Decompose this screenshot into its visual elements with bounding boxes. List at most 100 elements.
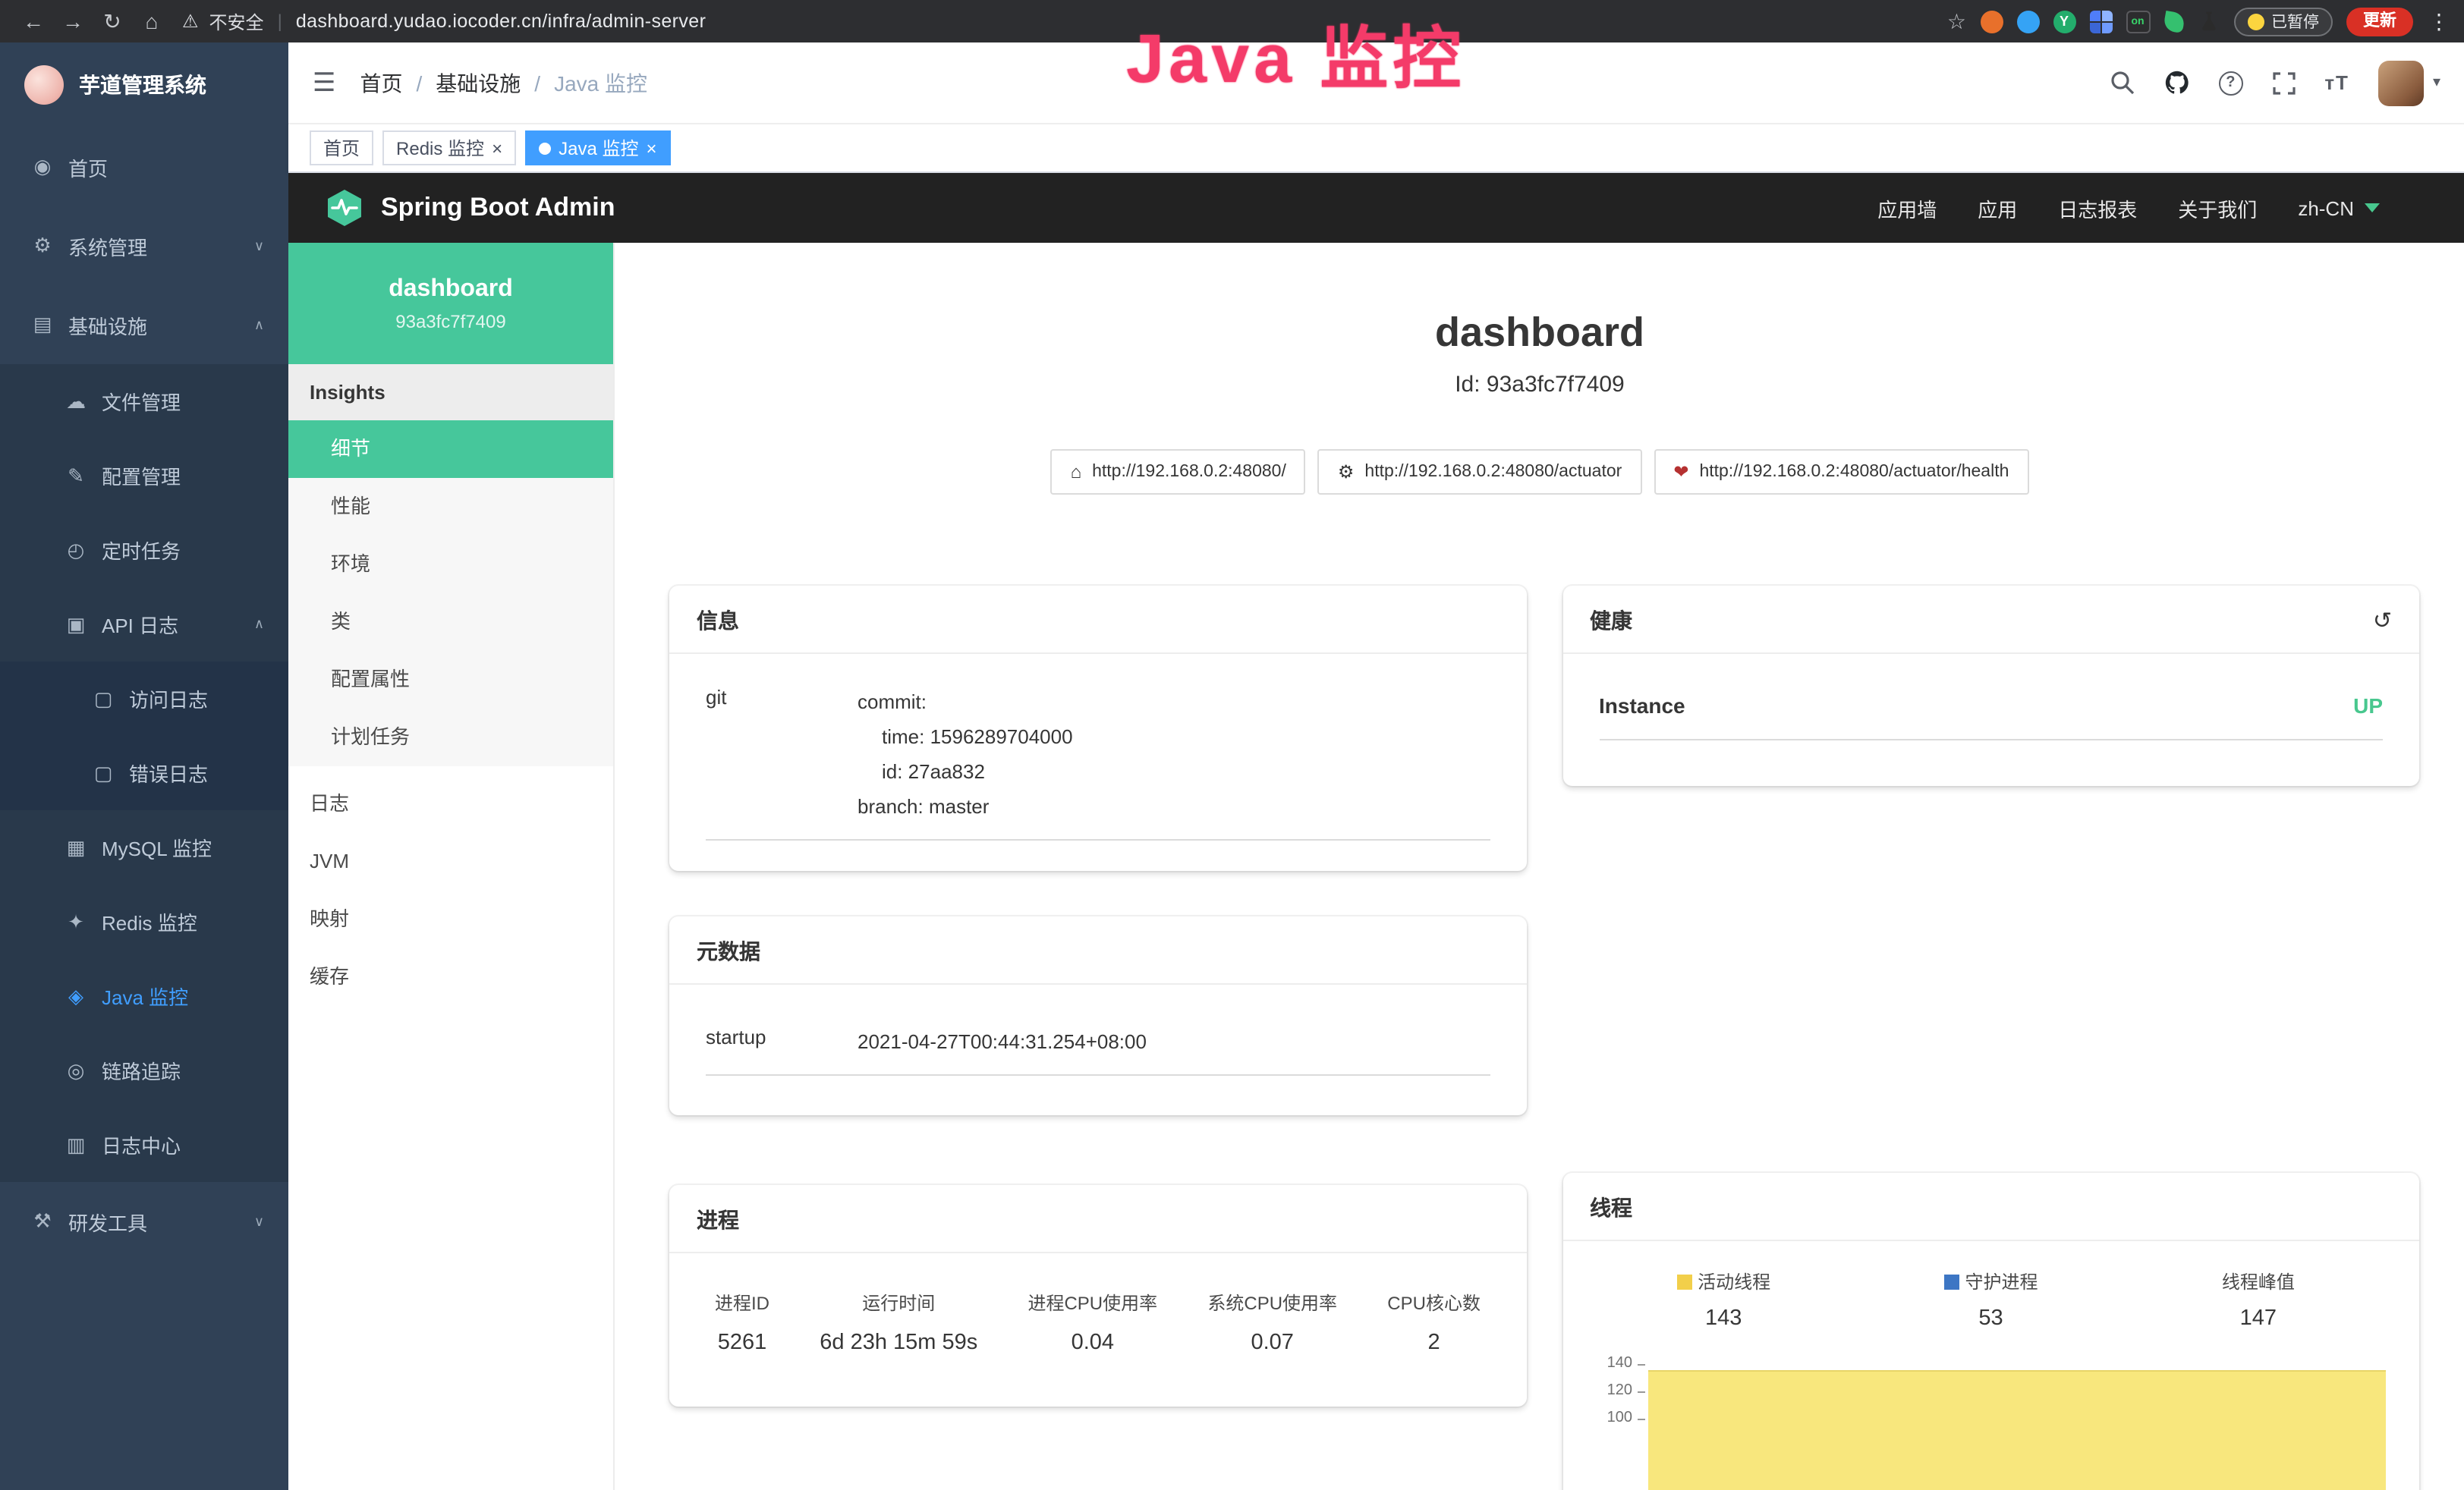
process-stat-system-cpu: 系统CPU使用率 0.07 xyxy=(1207,1290,1337,1355)
sidebar-item-config-management[interactable]: ✎ 配置管理 xyxy=(0,439,288,513)
close-icon[interactable]: × xyxy=(646,139,656,157)
legend-label: 活动线程 xyxy=(1698,1268,1770,1294)
sidebar-item-home[interactable]: ◉ 首页 xyxy=(0,127,288,206)
sba-item-environment[interactable]: 环境 xyxy=(288,536,613,593)
sidebar-item-api-logs[interactable]: ▣ API 日志 ∧ xyxy=(0,587,288,662)
edit-icon: ✎ xyxy=(64,464,88,488)
tab-redis-monitor[interactable]: Redis 监控 × xyxy=(382,130,516,165)
user-avatar xyxy=(2378,60,2424,105)
sidebar-item-log-center[interactable]: ▥ 日志中心 xyxy=(0,1108,288,1182)
forward-icon[interactable]: → xyxy=(55,9,91,33)
locale-selector[interactable]: zh-CN xyxy=(2298,196,2380,219)
admin-menu: ◉ 首页 ⚙ 系统管理 ∨ ▤ 基础设施 ∧ ☁ 文件管理 ✎ 配置管 xyxy=(0,127,288,1261)
card-title: 信息 xyxy=(697,605,739,636)
wrench-icon: ⚙ xyxy=(1338,461,1355,483)
security-label[interactable]: 不安全 xyxy=(209,8,264,34)
extension-icon-on-switch[interactable]: on xyxy=(2126,10,2150,33)
search-icon[interactable] xyxy=(2109,70,2135,96)
sidebar-item-infrastructure[interactable]: ▤ 基础设施 ∧ xyxy=(0,285,288,364)
back-icon[interactable]: ← xyxy=(15,9,52,33)
address-bar[interactable]: ⚠ 不安全 | dashboard.yudao.iocoder.cn/infra… xyxy=(182,8,706,34)
legend-peak-threads: 线程峰值 147 xyxy=(2125,1268,2392,1331)
sidebar-item-dev-tools[interactable]: ⚒ 研发工具 ∨ xyxy=(0,1182,288,1261)
cards-grid: 信息 git commit: time: 1596289704000 id: 2… xyxy=(615,586,2464,1490)
sidebar-item-java-monitor[interactable]: ◈ Java 监控 xyxy=(0,959,288,1033)
y-tick: 120 xyxy=(1590,1382,1644,1410)
health-instance-label: Instance xyxy=(1599,693,1685,718)
sidebar-item-label: API 日志 xyxy=(102,610,178,639)
stat-value: 0.04 xyxy=(1027,1331,1157,1355)
hamburger-icon[interactable]: ☰ xyxy=(313,68,336,98)
sba-nav-applications[interactable]: 应用 xyxy=(1978,193,2017,222)
timer-icon: ◴ xyxy=(64,538,88,562)
extension-icon-orange[interactable] xyxy=(1980,10,2003,33)
sidebar-item-label: 日志中心 xyxy=(102,1130,181,1159)
sba-item-performance[interactable]: 性能 xyxy=(288,478,613,536)
sba-item-scheduled-tasks[interactable]: 计划任务 xyxy=(288,709,613,766)
card-body: Instance UP xyxy=(1562,654,2419,786)
card-header: 进程 xyxy=(669,1185,1526,1253)
browser-menu-icon[interactable]: ⋮ xyxy=(2428,8,2450,34)
sba-item-classes[interactable]: 类 xyxy=(288,593,613,651)
breadcrumb-infrastructure[interactable]: 基础设施 xyxy=(436,68,521,98)
reload-icon[interactable]: ↻ xyxy=(94,8,131,34)
breadcrumb-home[interactable]: 首页 xyxy=(360,68,403,98)
sba-item-logs[interactable]: 日志 xyxy=(288,775,613,833)
metadata-term: startup xyxy=(706,1024,858,1059)
sidebar-item-error-logs[interactable]: ▢ 错误日志 xyxy=(0,736,288,810)
tab-label: Java 监控 xyxy=(559,135,638,161)
sba-nav-wallboard[interactable]: 应用墙 xyxy=(1877,193,1937,222)
card-header: 元数据 xyxy=(669,916,1526,985)
chevron-down-icon: ∨ xyxy=(254,237,264,254)
bookmark-star-icon[interactable]: ☆ xyxy=(1947,8,1966,34)
actuator-url-link[interactable]: ⚙ http://192.168.0.2:48080/actuator xyxy=(1318,449,1641,495)
sidebar-item-label: 配置管理 xyxy=(102,461,181,490)
infrastructure-submenu: ☁ 文件管理 ✎ 配置管理 ◴ 定时任务 ▣ API 日志 ∧ xyxy=(0,364,288,1182)
extension-icon-green[interactable]: Y xyxy=(2053,10,2075,33)
legend-value: 147 xyxy=(2125,1306,2392,1331)
sba-item-mappings[interactable]: 映射 xyxy=(288,891,613,948)
sidebar-item-access-logs[interactable]: ▢ 访问日志 xyxy=(0,662,288,736)
history-icon[interactable]: ↺ xyxy=(2373,607,2392,634)
sba-item-config-props[interactable]: 配置属性 xyxy=(288,651,613,709)
github-icon[interactable] xyxy=(2163,70,2189,96)
card-header: 信息 xyxy=(669,586,1526,654)
fullscreen-icon[interactable] xyxy=(2271,71,2296,95)
sba-nav-journal[interactable]: 日志报表 xyxy=(2058,193,2137,222)
chevron-up-icon: ∧ xyxy=(254,616,264,633)
url-text[interactable]: dashboard.yudao.iocoder.cn/infra/admin-s… xyxy=(296,11,706,32)
sidebar-item-link-tracing[interactable]: ◎ 链路追踪 xyxy=(0,1033,288,1108)
user-menu[interactable]: ▾ xyxy=(2378,60,2440,105)
paused-badge[interactable]: 已暂停 xyxy=(2233,7,2333,36)
browser-update-button[interactable]: 更新 xyxy=(2346,7,2413,36)
sba-item-jvm[interactable]: JVM xyxy=(288,833,613,891)
extension-icon-flask[interactable] xyxy=(2197,10,2220,33)
locale-label: zh-CN xyxy=(2298,196,2354,219)
sidebar-item-redis-monitor[interactable]: ✦ Redis 监控 xyxy=(0,885,288,959)
sba-item-details[interactable]: 细节 xyxy=(288,420,613,478)
instance-header[interactable]: dashboard 93a3fc7f7409 xyxy=(288,243,613,364)
info-line: commit: xyxy=(858,684,1490,719)
tab-java-monitor[interactable]: Java 监控 × xyxy=(525,130,670,165)
health-url-link[interactable]: ❤ http://192.168.0.2:48080/actuator/heal… xyxy=(1654,449,2028,495)
sidebar-item-system-management[interactable]: ⚙ 系统管理 ∨ xyxy=(0,206,288,285)
extension-icon-leaf[interactable] xyxy=(2162,10,2185,33)
tab-home[interactable]: 首页 xyxy=(310,130,373,165)
app-logo-row: 芋道管理系统 xyxy=(0,42,288,127)
browser-home-icon[interactable]: ⌂ xyxy=(134,9,170,33)
dashboard-icon: ◉ xyxy=(30,155,55,179)
sidebar-item-file-management[interactable]: ☁ 文件管理 xyxy=(0,364,288,439)
sba-brand[interactable]: Spring Boot Admin xyxy=(325,188,615,228)
extension-icon-drop[interactable] xyxy=(2016,10,2039,33)
extension-icon-grid[interactable] xyxy=(2089,10,2112,33)
help-icon[interactable]: ? xyxy=(2218,71,2242,95)
sba-nav-about[interactable]: 关于我们 xyxy=(2178,193,2257,222)
sba-item-caches[interactable]: 缓存 xyxy=(288,948,613,1006)
close-icon[interactable]: × xyxy=(492,139,502,157)
sidebar-item-label: 系统管理 xyxy=(68,231,147,260)
sidebar-item-mysql-monitor[interactable]: ▦ MySQL 监控 xyxy=(0,810,288,885)
info-term: git xyxy=(706,684,858,824)
service-url-link[interactable]: ⌂ http://192.168.0.2:48080/ xyxy=(1051,449,1306,495)
font-size-icon[interactable]: тT xyxy=(2324,71,2349,94)
sidebar-item-scheduled-tasks[interactable]: ◴ 定时任务 xyxy=(0,513,288,587)
